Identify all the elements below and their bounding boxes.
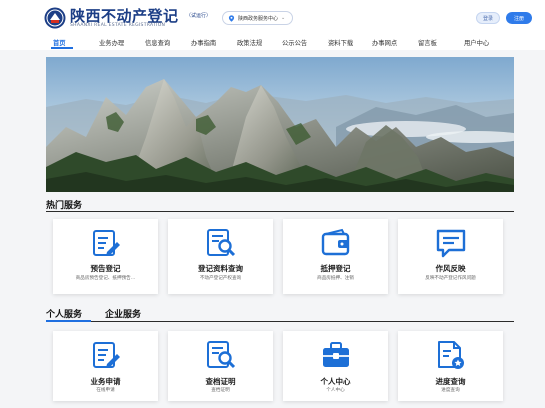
card-subtitle: 不动产登记产权查询 [199,276,242,281]
card-title: 预告登记 [90,264,121,273]
brand-tag: （试运行） [186,13,212,19]
progress-document-icon [438,341,464,369]
nav-item-downloads[interactable]: 资料下载 [328,38,353,47]
logo-emblem-icon[interactable] [44,7,66,29]
search-document-icon [207,341,236,369]
main-nav: 首页 业务办理 信息查询 办事指南 政策法规 公示公告 资料下载 办事网点 留言… [0,36,545,50]
register-button[interactable]: 注册 [506,12,532,24]
edit-document-icon [93,342,120,368]
card-subtitle: 反映不动产登记作风问题 [425,276,476,281]
tabs-divider [46,321,514,322]
card-subtitle: 个人中心 [326,388,345,393]
tab-active-underline [46,320,91,322]
chevron-down-icon: ⌄ [281,15,286,21]
card-subtitle: 在线申请 [96,388,115,393]
card-title: 进度查询 [435,377,466,386]
service-card-record-query[interactable]: 登记资料查询 不动产登记产权查询 [168,219,273,294]
brand-subtitle: SHAANXI REAL ESTATE REGISTRATION [70,23,166,28]
service-card-conduct-feedback[interactable]: 作风反映 反映不动产登记作风问题 [398,219,503,294]
location-label: 陕西政务服务中心 [238,15,279,22]
service-card-personal-center[interactable]: 个人中心 个人中心 [283,331,388,401]
card-title: 查档证明 [205,377,236,386]
nav-item-notices[interactable]: 公示公告 [282,38,307,47]
tab-personal-services[interactable]: 个人服务 [46,307,82,320]
card-subtitle: 商品房预告登记、抵押预告… [75,276,136,281]
briefcase-icon [323,342,349,367]
nav-active-underline [51,47,73,49]
card-title: 抵押登记 [320,264,351,273]
hero-banner[interactable] [46,57,514,192]
nav-item-service-points[interactable]: 办事网点 [372,38,397,47]
wallet-icon [321,228,350,256]
search-document-icon [207,229,236,257]
message-icon [436,229,466,258]
nav-item-message-board[interactable]: 留言板 [418,38,437,47]
nav-item-guide[interactable]: 办事指南 [191,38,216,47]
service-card-business-application[interactable]: 业务申请 在线申请 [53,331,158,401]
nav-item-user-center[interactable]: 用户中心 [464,38,489,47]
nav-item-home[interactable]: 首页 [53,38,66,47]
service-card-archive-certificate[interactable]: 查档证明 查档证明 [168,331,273,401]
card-title: 业务申请 [90,377,121,386]
card-title: 登记资料查询 [198,264,243,273]
card-subtitle: 查档证明 [211,388,230,393]
card-title: 作风反映 [435,264,466,273]
service-card-mortgage-registration[interactable]: 抵押登记 商品房抵押、注销 [283,219,388,294]
card-title: 个人中心 [320,377,351,386]
nav-item-info-query[interactable]: 信息查询 [145,38,170,47]
service-card-presale-registration[interactable]: 预告登记 商品房预告登记、抵押预告… [53,219,158,294]
site-header: 陕西不动产登记 SHAANXI REAL ESTATE REGISTRATION… [0,0,545,50]
hot-services-divider [46,211,514,212]
edit-document-icon [93,230,120,256]
nav-item-policy[interactable]: 政策法规 [237,38,262,47]
nav-item-business[interactable]: 业务办理 [99,38,124,47]
tab-enterprise-services[interactable]: 企业服务 [105,307,141,320]
hot-services-title: 热门服务 [46,201,83,211]
card-subtitle: 进度查询 [441,388,460,393]
login-button[interactable]: 登录 [476,12,500,24]
service-card-progress-query[interactable]: 进度查询 进度查询 [398,331,503,401]
card-subtitle: 商品房抵押、注销 [317,276,354,281]
location-pin-icon [228,14,235,22]
mountain-landscape-image [46,57,514,192]
location-selector[interactable]: 陕西政务服务中心 ⌄ [222,11,294,25]
